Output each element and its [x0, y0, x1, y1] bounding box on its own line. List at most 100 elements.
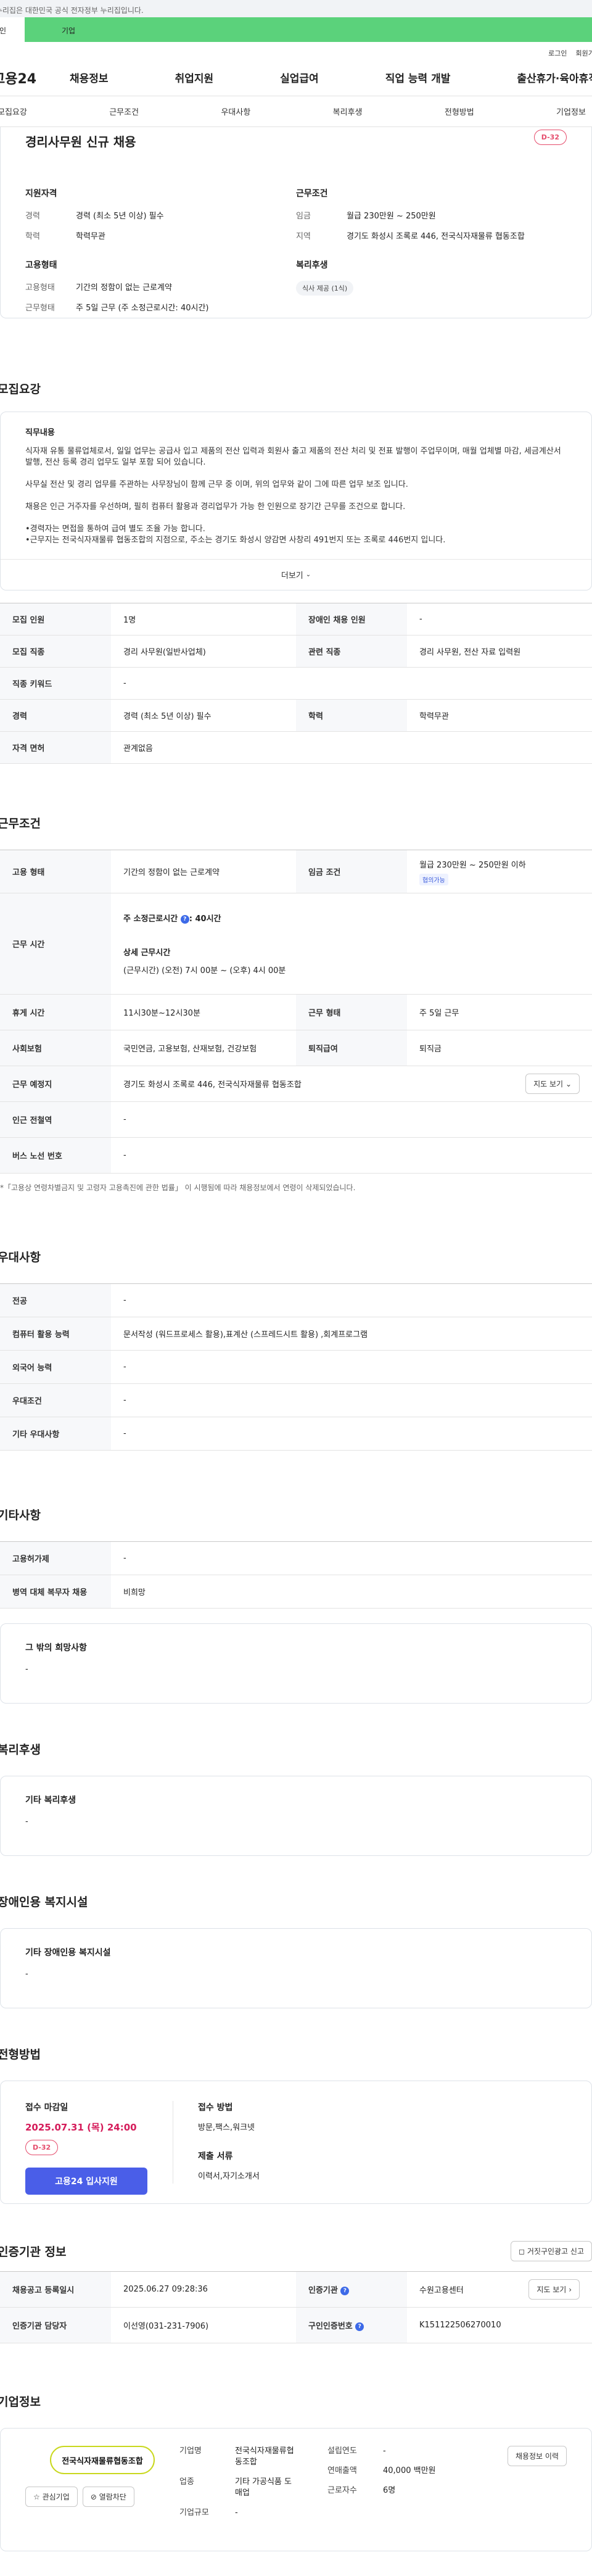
map-button[interactable]: 지도 보기 ⌄	[525, 1074, 580, 1094]
disability-section-title: 장애인용 복지시설	[0, 1895, 88, 1909]
anchor-tab-conditions[interactable]: 근무조건	[109, 106, 139, 117]
anchor-tab-preferred[interactable]: 우대사항	[221, 106, 250, 117]
table-cell: 11시30분~12시30분	[111, 994, 296, 1030]
global-nav: 고용24 채용정보 취업지원 실업급여 직업 능력 개발 출산휴가·육아휴직	[0, 59, 592, 96]
gnb-item-employment-support[interactable]: 취업지원	[175, 70, 214, 85]
other-wishes-value: -	[25, 1665, 28, 1674]
gnb-item-jobs[interactable]: 채용정보	[70, 70, 109, 85]
info-icon[interactable]: ?	[340, 2286, 350, 2295]
summary-grid-top: 지원자격 경력 경력 (최소 5년 이상) 필수 학력 학력무관 근무조건 임금 월급…	[25, 187, 567, 250]
table-row: 모집 인원 1명 장애인 채용 인원 -	[0, 603, 592, 636]
method-block: 접수 방법 방문,팩스,워크넷 제출 서류 이력서,자기소개서	[173, 2101, 260, 2184]
gnb-item-skills[interactable]: 직업 능력 개발	[385, 70, 451, 85]
company-row: 설립연도 -	[327, 2446, 475, 2457]
hours-week-label: 주 소정근로시간	[123, 914, 178, 924]
interest-button[interactable]: ☆ 관심기업	[25, 2487, 78, 2507]
employment-type-heading: 고용형태	[25, 260, 57, 270]
table-cell: -	[111, 667, 592, 700]
apply-button[interactable]: 고용24 입사지원	[25, 2168, 147, 2195]
table-row: 우대조건 -	[0, 1383, 592, 1417]
summary-key: 근무형태	[25, 304, 55, 313]
join-link[interactable]: 회원가입	[576, 48, 592, 59]
table-header-cell: 고용허가제	[0, 1541, 111, 1575]
deadline-value: 2025.07.31 (목) 24:00	[25, 2122, 137, 2133]
history-button[interactable]: 채용정보 이력	[507, 2446, 567, 2466]
summary-key: 학력	[25, 232, 40, 241]
company-row: 기업규모 -	[179, 2508, 327, 2519]
benefits-box-heading: 기타 복리후생	[25, 1795, 76, 1805]
gnb-item-unemployment-benefit[interactable]: 실업급여	[280, 70, 319, 85]
table-cell: -	[407, 603, 592, 636]
benefits-section-title: 복리후생	[0, 1743, 41, 1757]
table-header-cell: 근무 예정지	[0, 1066, 111, 1102]
org-label: 인증기관	[308, 2286, 338, 2295]
table-row: 기타 우대사항 -	[0, 1417, 592, 1451]
dday-badge: D-32	[25, 2140, 59, 2155]
docs-heading: 제출 서류	[198, 2151, 233, 2161]
login-link[interactable]: 로그인	[548, 48, 567, 59]
report-button[interactable]: ◻ 거짓구인광고 신고	[511, 2241, 592, 2261]
table-header-cell: 컴퓨터 활용 능력	[0, 1317, 111, 1351]
table-cell: 1명	[111, 603, 296, 636]
docs-value: 이력서,자기소개서	[198, 2172, 260, 2181]
company-logo-text: 전국식자재물류협동조합	[62, 2456, 143, 2466]
table-cell: 학력무관	[407, 699, 592, 732]
table-cell: 관계없음	[111, 731, 592, 764]
table-row: 근무 예정지 경기도 화성시 조록로 446, 전국식자재물류 협동조합 지도 …	[0, 1066, 592, 1102]
anchor-tab-benefits[interactable]: 복리후생	[333, 106, 363, 117]
table-cell: -	[111, 1383, 592, 1417]
summary-value: 학력무관	[76, 232, 105, 241]
anchor-tab-recruit[interactable]: 모집요강	[0, 106, 27, 117]
table-cell: 퇴직금	[407, 1030, 592, 1066]
table-header-cell: 모집 인원	[0, 603, 111, 636]
info-icon[interactable]: ?	[180, 914, 189, 924]
job-description-para: •경력자는 면접을 통하여 급여 별도 조율 가능 합니다. •근무지는 전국식…	[25, 524, 446, 545]
company-key: 업종	[179, 2477, 194, 2487]
company-row: 업종 기타 가공식품 도 매업	[179, 2477, 327, 2499]
deadline-heading: 접수 마감일	[25, 2103, 68, 2113]
company-key: 기업규모	[179, 2508, 209, 2517]
more-button[interactable]: 더보기 ⌄	[1, 559, 591, 590]
company-value: 전국식자재물류협 동조합	[235, 2446, 294, 2467]
table-row: 모집 직종 경리 사무원(일반사업체) 관련 직종 경리 사무원, 전산 자료 …	[0, 635, 592, 668]
summary-key: 경력	[25, 212, 40, 221]
summary-row: 임금 월급 230만원 ~ 250만원	[296, 209, 567, 221]
tab-person[interactable]: 개인	[0, 17, 25, 42]
anchor-tab-process[interactable]: 전형방법	[445, 106, 474, 117]
company-box: 전국식자재물류협동조합 ☆ 관심기업 ⊘ 열람차단 기업명 전국식자재물류협 동조…	[0, 2428, 592, 2551]
qualification-block: 지원자격 경력 경력 (최소 5년 이상) 필수 학력 학력무관	[25, 187, 296, 250]
welfare-chip: 식사 제공 (1식)	[296, 281, 354, 296]
table-row: 채용공고 등록일시 2025.06.27 09:28:36 인증기관 ? 수원고…	[0, 2271, 592, 2308]
info-icon[interactable]: ?	[355, 2322, 364, 2331]
tab-person-label: 개인	[0, 27, 7, 35]
block-button[interactable]: ⊘ 열람차단	[82, 2487, 134, 2507]
chevron-down-icon: ⌄	[565, 1080, 572, 1088]
site-logo[interactable]: 고용24	[0, 68, 70, 88]
chevron-down-icon: ⌄	[305, 571, 311, 578]
agency-map-button[interactable]: 지도 보기 ›	[528, 2279, 580, 2300]
agency-map-button-label: 지도 보기	[536, 2285, 567, 2294]
gov-notice-text: 이 누리집은 대한민국 공식 전자정부 누리집입니다.	[0, 6, 144, 15]
table-cell: 2025.06.27 09:28:36	[111, 2271, 296, 2308]
negotiable-tag: 협의가능	[419, 873, 448, 885]
place-value: 경기도 화성시 조록로 446, 전국식자재물류 협동조합	[123, 1080, 302, 1090]
company-key: 설립연도	[327, 2446, 357, 2456]
gnb-menu: 채용정보 취업지원 실업급여 직업 능력 개발 출산휴가·육아휴직	[70, 70, 592, 85]
employment-type-block: 고용형태 고용형태 기간의 정함이 없는 근로계약 근무형태 주 5일 근무 (주 …	[25, 259, 296, 321]
no-label: 구인인증번호	[308, 2322, 353, 2331]
disability-box-heading: 기타 장애인용 복지시설	[25, 1948, 111, 1958]
summary-row: 학력 학력무관	[25, 230, 296, 241]
recruit-section-title: 모집요강	[0, 383, 41, 396]
table-cell: -	[111, 1417, 592, 1451]
job-summary-card: 경리사무원 신규 채용 D-32 지원자격 경력 경력 (최소 5년 이상) 필수…	[0, 127, 592, 318]
anchor-tab-company[interactable]: 기업정보	[556, 106, 586, 117]
gnb-item-parental-leave[interactable]: 출산휴가·육아휴직	[517, 70, 592, 85]
report-button-label: 거짓구인광고 신고	[527, 2247, 584, 2256]
tab-company-label: 기업	[62, 27, 76, 35]
table-cell: -	[111, 1283, 592, 1317]
tab-company[interactable]: 기업	[25, 17, 592, 42]
company-value: -	[383, 2446, 386, 2456]
table-cell: -	[111, 1101, 592, 1138]
table-cell: 기간의 정함이 없는 근로계약	[111, 850, 296, 893]
hours-cell: 주 소정근로시간 ?: 40시간 상세 근무시간 (근무시간) (오전) 7시 …	[111, 893, 592, 995]
